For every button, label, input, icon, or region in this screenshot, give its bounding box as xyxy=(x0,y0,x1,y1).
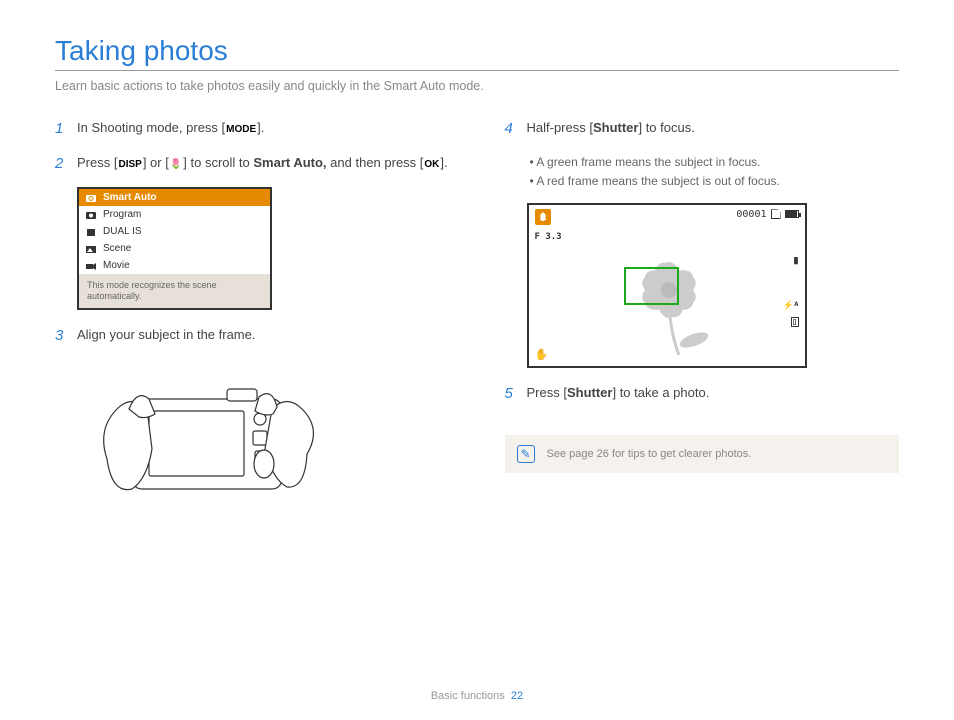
step-3: 3 Align your subject in the frame. xyxy=(55,325,450,348)
menu-item-dualis: DUAL IS xyxy=(79,223,270,240)
step-1: 1 In Shooting mode, press [MODE]. xyxy=(55,118,450,141)
smart-auto-bold: Smart Auto, xyxy=(253,155,326,170)
menu-item-scene: Scene xyxy=(79,240,270,257)
scene-icon xyxy=(85,244,97,254)
step-text: Half-press [Shutter] to focus. xyxy=(527,118,900,141)
bullet-green: A green frame means the subject in focus… xyxy=(530,153,900,172)
menu-item-smart-auto: Smart Auto xyxy=(79,189,270,206)
stabilizer-icon: ✋ xyxy=(535,348,549,361)
step-2: 2 Press [DISP] or [🌷] to scroll to Smart… xyxy=(55,153,450,176)
step-number: 3 xyxy=(55,325,67,348)
movie-icon xyxy=(85,261,97,271)
smart-auto-icon xyxy=(85,193,97,203)
note-text: See page 26 for tips to get clearer phot… xyxy=(547,448,752,460)
counter-value: 00001 xyxy=(736,209,766,220)
step-text: In Shooting mode, press [MODE]. xyxy=(77,118,450,141)
lcd-top-right: 00001 xyxy=(736,209,798,220)
menu-description: This mode recognizes the scene automatic… xyxy=(79,274,270,308)
note-icon: ✎ xyxy=(517,445,535,463)
step-number: 1 xyxy=(55,118,67,141)
disp-button-label: DISP xyxy=(117,157,142,172)
left-column: 1 In Shooting mode, press [MODE]. 2 Pres… xyxy=(55,118,450,519)
step-number: 4 xyxy=(505,118,517,141)
step-4: 4 Half-press [Shutter] to focus. xyxy=(505,118,900,141)
page-footer: Basic functions 22 xyxy=(0,690,954,702)
right-column: 4 Half-press [Shutter] to focus. A green… xyxy=(505,118,900,519)
title-divider xyxy=(55,70,899,71)
camera-illustration xyxy=(77,359,337,519)
bullet-red: A red frame means the subject is out of … xyxy=(530,172,900,191)
battery-icon xyxy=(785,210,799,218)
step-text: Press [DISP] or [🌷] to scroll to Smart A… xyxy=(77,153,450,176)
fstop-label: F 3.3 xyxy=(535,232,562,242)
shutter-bold: Shutter xyxy=(567,385,613,400)
quality-icon: ▮ xyxy=(794,255,799,266)
mode-button-label: MODE xyxy=(225,122,257,137)
macro-button-label: 🌷 xyxy=(169,157,183,172)
step-number: 5 xyxy=(505,383,517,406)
step-text: Press [Shutter] to take a photo. xyxy=(527,383,900,406)
mode-icon xyxy=(535,209,551,225)
step-5: 5 Press [Shutter] to take a photo. xyxy=(505,383,900,406)
dualis-icon xyxy=(85,227,97,237)
size-icon: ▯ xyxy=(791,317,799,327)
program-icon xyxy=(85,210,97,220)
step-text: Align your subject in the frame. xyxy=(77,325,450,348)
menu-item-movie: Movie xyxy=(79,257,270,274)
menu-screenshot: Smart Auto Program DUAL IS xyxy=(77,187,272,310)
flash-icon: ⚡ᴬ xyxy=(783,300,799,311)
step-4-bullets: A green frame means the subject in focus… xyxy=(530,153,900,191)
page-subtitle: Learn basic actions to take photos easil… xyxy=(55,79,899,93)
page-title: Taking photos xyxy=(55,35,899,67)
lcd-screenshot: F 3.3 00001 ▮ xyxy=(527,203,807,368)
menu-item-program: Program xyxy=(79,206,270,223)
focus-rectangle xyxy=(624,267,679,305)
tip-note: ✎ See page 26 for tips to get clearer ph… xyxy=(505,435,900,473)
ok-button-label: OK xyxy=(423,157,440,172)
shutter-bold: Shutter xyxy=(593,120,639,135)
step-number: 2 xyxy=(55,153,67,176)
sd-icon xyxy=(771,209,781,219)
